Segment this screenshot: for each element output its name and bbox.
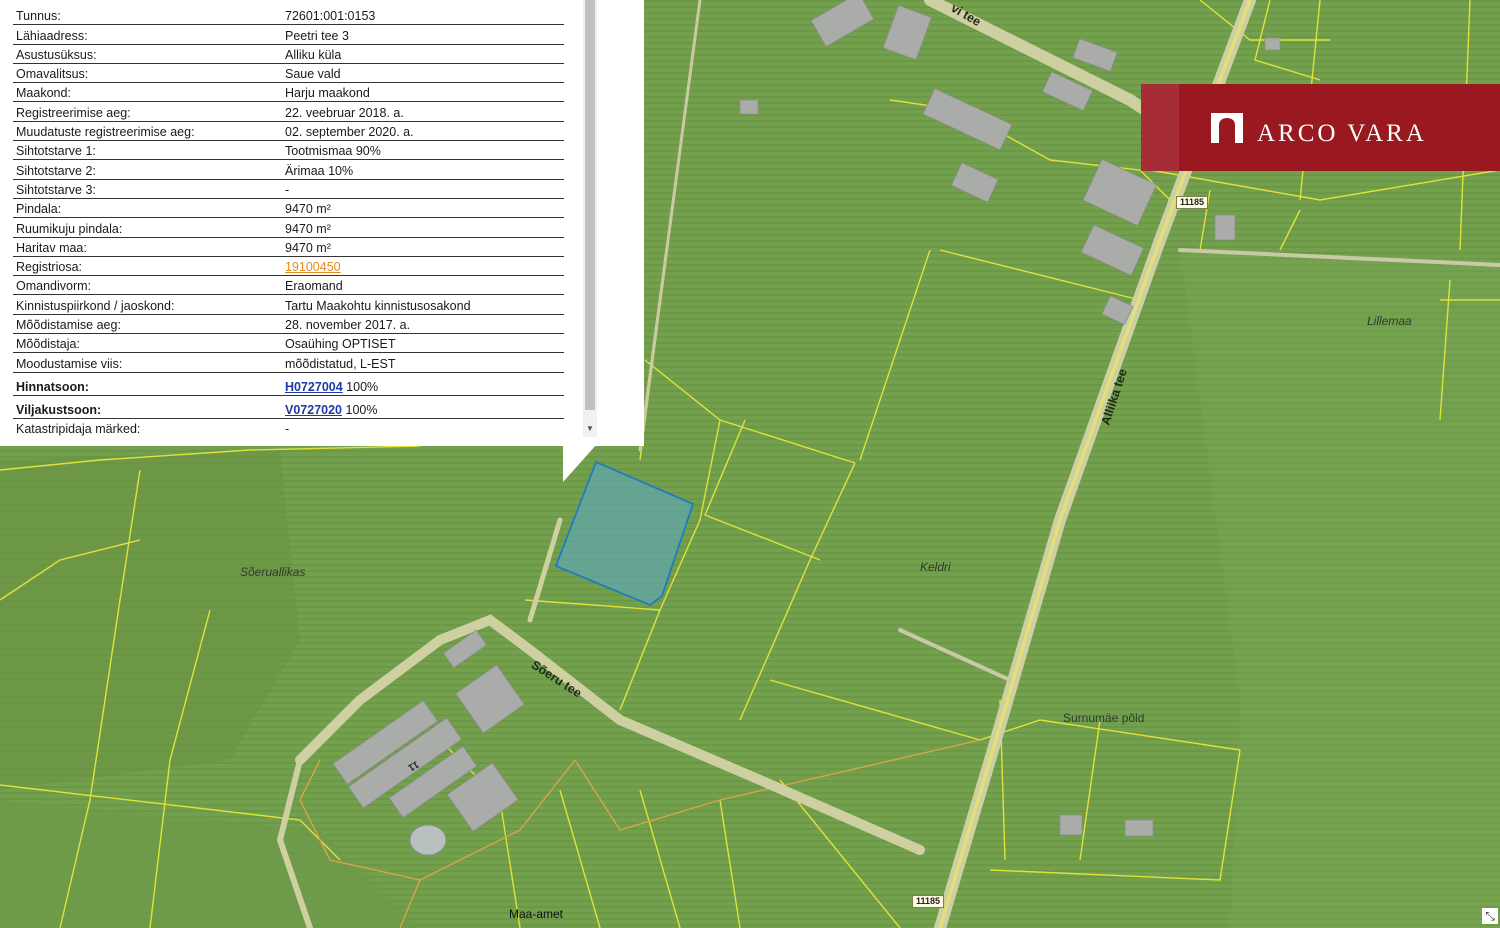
info-key: Asustusüksus: [13,44,282,64]
info-key: Omavalitsus: [13,63,282,84]
info-key: Moodustamise viis: [13,352,282,373]
info-row: Asustusüksus: Alliku küla [13,44,564,64]
info-row: Katastripidaja märked: - [13,418,564,437]
pond [409,824,447,856]
info-row: Registriosa: 19100450 [13,256,564,277]
info-value: Saue vald [282,63,564,84]
info-value: Tootmismaa 90% [282,140,564,161]
info-value: 72601:001:0153 [282,6,564,26]
info-row: Sihtotstarve 3: - [13,179,564,199]
zone-percent: 100% [342,402,378,417]
info-row: Omandivorm: Eraomand [13,275,564,296]
info-value: - [285,421,290,436]
info-key: Haritav maa: [13,237,282,257]
info-value: V0727020 100% [282,395,564,419]
logo-band [1141,84,1179,171]
info-key: Maakond: [13,82,282,103]
info-key: Registreerimise aeg: [13,101,282,122]
expand-corner-icon[interactable]: ⤡ [1482,908,1498,924]
road-shield-bottom: 11185 [912,895,945,908]
info-value: Peetri tee 3 [282,24,564,45]
info-key: Muudatuste registreerimise aeg: [13,121,282,142]
info-key: Mõõdistaja: [13,333,282,354]
logo-text: ARCO VARA [1257,120,1427,147]
info-key: Sihtotstarve 2: [13,159,282,180]
info-row: Sihtotstarve 1: Tootmismaa 90% [13,140,564,161]
zone-percent: 100% [342,379,379,394]
info-value: Osaühing OPTISET [282,333,564,354]
info-row: Haritav maa: 9470 m² [13,237,564,257]
info-value: 9470 m² [282,237,564,257]
info-value: - [282,179,564,199]
info-key: Sihtotstarve 3: [13,179,282,199]
zone-link[interactable]: V0727020 [285,403,342,417]
popup-pointer [563,444,597,482]
popup-scrollbar[interactable]: ▼ [583,0,597,437]
info-key: Lähiaadress: [13,24,282,45]
info-value: 22. veebruar 2018. a. [282,101,564,122]
info-value: mõõdistatud, L-EST [282,352,564,373]
road-shield-top: 11185 [1176,196,1209,209]
info-value: 9470 m² [282,198,564,219]
info-row: Lähiaadress: Peetri tee 3 [13,24,564,45]
info-key: Ruumikuju pindala: [13,217,282,238]
info-row: Registreerimise aeg: 22. veebruar 2018. a… [13,101,564,122]
info-value: Alliku küla [282,44,564,64]
info-row: Pindala: 9470 m² [13,198,564,219]
registry-link[interactable]: 19100450 [285,260,341,274]
info-value: 02. september 2020. a. [282,121,564,142]
info-value: Ärimaa 10% [282,159,564,180]
info-key: Viljakustsoon: [13,395,282,419]
info-row: Moodustamise viis: mõõdistatud, L-EST [13,352,564,373]
label-keldri: Keldri [920,560,951,574]
logo-mark-icon [1211,113,1243,143]
info-key: Omandivorm: [13,275,282,296]
info-row: Hinnatsoon: H0727004 100% [13,372,564,396]
cadastral-info-table: Tunnus: 72601:001:0153 Lähiaadress: Peetri … [13,6,564,437]
info-key: Registriosa: [13,256,282,277]
map-attribution: Maa-amet [509,907,564,921]
info-key: Katastripidaja märked: [16,421,141,436]
info-value: 19100450 [282,256,564,277]
info-row: Omavalitsus: Saue vald [13,63,564,84]
info-value: H0727004 100% [282,372,564,396]
info-row: Tunnus: 72601:001:0153 [13,6,564,26]
label-surnumae: Surnumäe põld [1063,711,1145,725]
label-lillemaa: Lillemaa [1367,314,1412,328]
zone-link[interactable]: H0727004 [285,380,343,394]
scrollbar-thumb[interactable] [585,0,595,410]
info-row: Muudatuste registreerimise aeg: 02. septe… [13,121,564,142]
info-key: Hinnatsoon: [13,372,282,396]
info-key: Pindala: [13,198,282,219]
info-key: Tunnus: [13,6,282,26]
info-row: Sihtotstarve 2: Ärimaa 10% [13,159,564,180]
scroll-down-arrow-icon[interactable]: ▼ [583,422,597,436]
info-key: Mõõdistamise aeg: [13,314,282,335]
info-row: Mõõdistamise aeg: 28. november 2017. a. [13,314,564,335]
info-key: Kinnistuspiirkond / jaoskond: [13,294,282,315]
info-row: Maakond: Harju maakond [13,82,564,103]
info-value: 9470 m² [282,217,564,238]
info-row: Viljakustsoon: V0727020 100% [13,395,564,419]
info-value: Harju maakond [282,82,564,103]
info-row: Mõõdistaja: Osaühing OPTISET [13,333,564,354]
info-row: Ruumikuju pindala: 9470 m² [13,217,564,238]
info-value: Eraomand [282,275,564,296]
arco-vara-logo: ARCO VARA [1141,84,1500,171]
info-row: Kinnistuspiirkond / jaoskond: Tartu Maako… [13,294,564,315]
label-soeruallikas: Sõeruallikas [240,565,306,579]
info-value: 28. november 2017. a. [282,314,564,335]
info-value: Tartu Maakohtu kinnistusosakond [282,294,564,315]
info-key: Sihtotstarve 1: [13,140,282,161]
cadastral-info-popup: Tunnus: 72601:001:0153 Lähiaadress: Peetri … [0,0,644,446]
